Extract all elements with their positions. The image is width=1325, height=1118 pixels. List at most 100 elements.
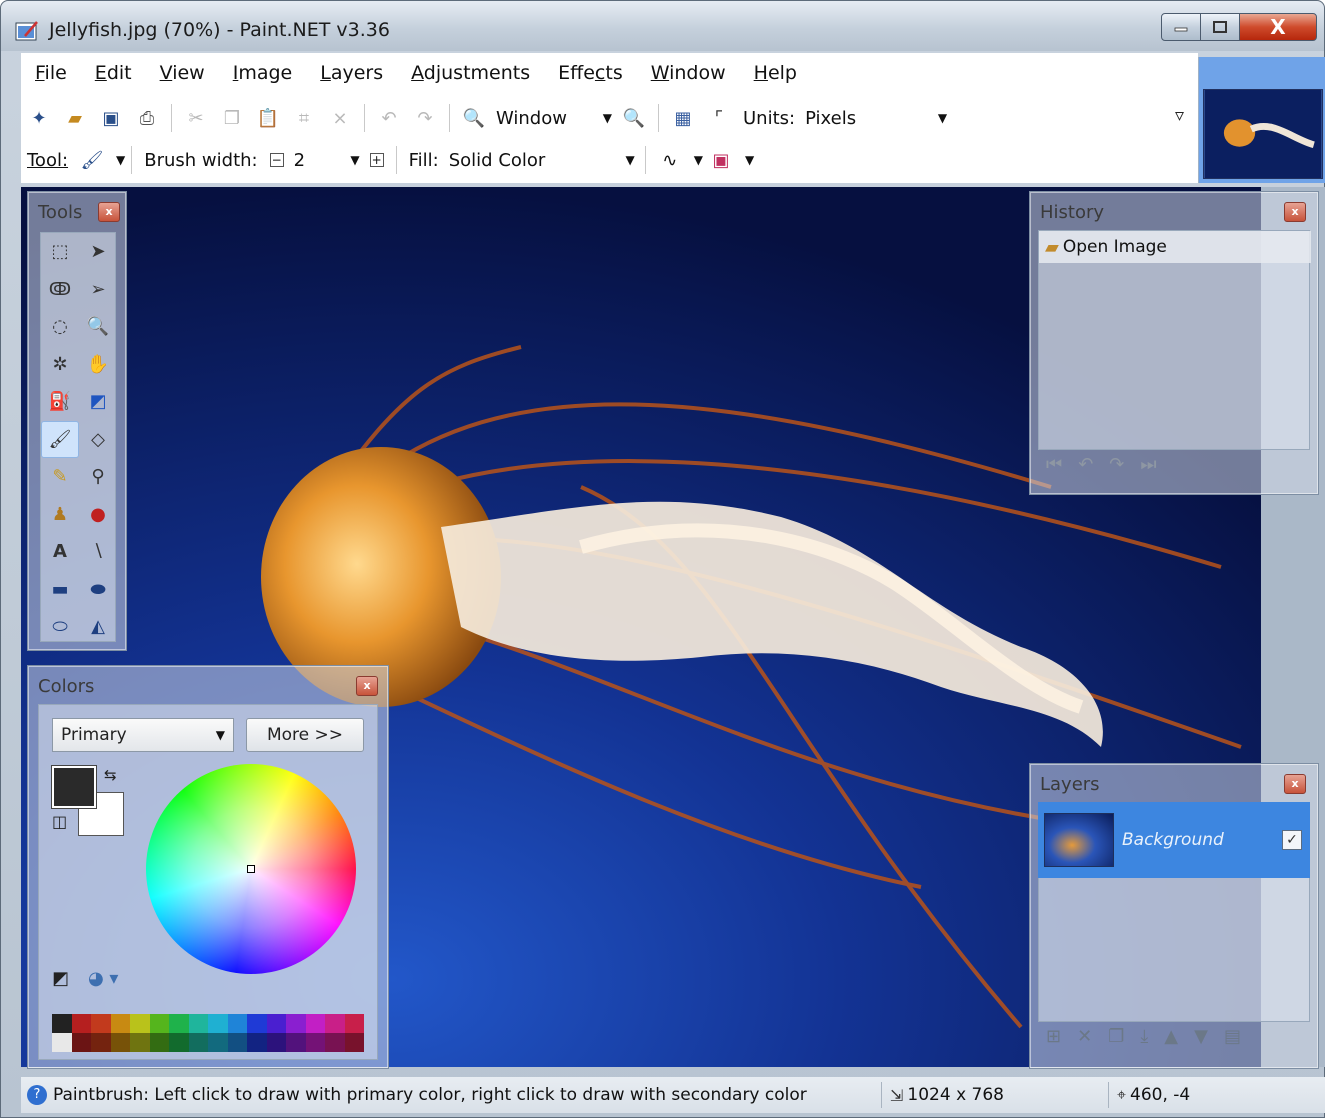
palette-swatch[interactable] — [266, 1014, 286, 1033]
palette-swatch[interactable] — [208, 1033, 228, 1052]
merge-layer-down-icon[interactable]: ⤓ — [1140, 1026, 1148, 1047]
zoom-combo[interactable]: Window ▼ — [496, 108, 612, 129]
duplicate-layer-icon[interactable]: ❐ — [1108, 1026, 1124, 1047]
ellipse-icon[interactable]: ⬭ — [41, 608, 79, 646]
palette-swatch[interactable] — [169, 1014, 189, 1033]
lasso-select-icon[interactable]: ↂ — [41, 271, 79, 309]
palette-swatch[interactable] — [110, 1033, 130, 1052]
palette-swatch[interactable] — [344, 1033, 364, 1052]
palette-swatch[interactable] — [52, 1014, 72, 1033]
reset-colors-icon[interactable]: ◫ — [52, 812, 67, 831]
palette-swatch[interactable] — [325, 1033, 345, 1052]
increase-width-button[interactable]: + — [369, 153, 384, 167]
color-wheel-marker[interactable] — [247, 865, 255, 873]
paint-bucket-icon[interactable]: ⛽ — [41, 383, 79, 421]
grid-icon[interactable]: ▦ — [670, 105, 696, 131]
menu-file[interactable]: File — [21, 62, 81, 84]
new-image-icon[interactable]: ✦ — [26, 105, 52, 131]
layer-properties-icon[interactable]: ▤ — [1224, 1026, 1241, 1047]
delete-layer-icon[interactable]: ✕ — [1077, 1026, 1092, 1047]
menu-help[interactable]: Help — [740, 62, 811, 84]
palette-swatch[interactable] — [188, 1033, 208, 1052]
maximize-button[interactable] — [1200, 13, 1240, 41]
palette-swatch[interactable] — [130, 1033, 150, 1052]
layer-row[interactable]: Background ✓ — [1038, 802, 1310, 878]
zoom-in-icon[interactable]: 🔍 — [621, 105, 647, 131]
text-icon[interactable]: A — [41, 533, 79, 571]
menu-effects[interactable]: Effects — [544, 62, 637, 84]
freeform-shape-icon[interactable]: ◭ — [79, 608, 117, 646]
decrease-width-button[interactable]: − — [269, 153, 284, 167]
palette-swatch[interactable] — [344, 1014, 364, 1033]
palette-swatch[interactable] — [110, 1014, 130, 1033]
palette-swatch[interactable] — [71, 1014, 91, 1033]
layer-visibility-checkbox[interactable]: ✓ — [1282, 830, 1302, 850]
undo-icon[interactable]: ↶ — [1078, 454, 1093, 475]
add-layer-icon[interactable]: ⊞ — [1046, 1026, 1061, 1047]
color-wheel[interactable] — [146, 764, 356, 974]
rectangle-select-icon[interactable]: ⬚ — [41, 233, 79, 271]
clone-stamp-icon[interactable]: ♟ — [41, 496, 79, 534]
palette-swatch[interactable] — [305, 1014, 325, 1033]
move-layer-up-icon[interactable]: ▲ — [1164, 1026, 1178, 1047]
brush-width-combo[interactable]: 2 ▼ — [294, 150, 360, 171]
menu-edit[interactable]: Edit — [81, 62, 146, 84]
palette-swatch[interactable] — [208, 1014, 228, 1033]
redo-icon[interactable]: ↷ — [1109, 454, 1124, 475]
palette-swatch[interactable] — [188, 1014, 208, 1033]
save-icon[interactable]: ▣ — [98, 105, 124, 131]
color-picker-icon[interactable]: ⚲ — [79, 458, 117, 496]
pan-hand-icon[interactable]: ✋ — [79, 346, 117, 384]
fast-forward-to-end-icon[interactable]: ⏭ — [1140, 454, 1156, 475]
recolor-icon[interactable]: ● — [79, 496, 117, 534]
minimize-button[interactable] — [1161, 13, 1201, 41]
palette-swatch[interactable] — [227, 1014, 247, 1033]
line-curve-icon[interactable]: ∖ — [79, 533, 117, 571]
palette-swatch[interactable] — [149, 1014, 169, 1033]
title-bar[interactable]: Jellyfish.jpg (70%) - Paint.NET v3.36 X — [1, 1, 1324, 51]
menu-window[interactable]: Window — [637, 62, 740, 84]
gradient-icon[interactable]: ◩ — [79, 383, 117, 421]
layers-close-button[interactable]: x — [1284, 774, 1306, 794]
ellipse-select-icon[interactable]: ◌ — [41, 308, 79, 346]
swap-colors-icon[interactable]: ⇆ — [104, 766, 117, 784]
palette-swatch[interactable] — [286, 1033, 306, 1052]
palette-swatch[interactable] — [286, 1014, 306, 1033]
colors-close-button[interactable]: x — [356, 676, 378, 696]
blend-mode-icon[interactable]: ▣ — [708, 147, 734, 173]
zoom-icon[interactable]: 🔍 — [79, 308, 117, 346]
paintbrush-tool-icon[interactable]: 🖌 — [41, 420, 79, 458]
menu-image[interactable]: Image — [219, 62, 307, 84]
copy-icon[interactable]: ❐ — [219, 105, 245, 131]
palette-swatch[interactable] — [266, 1033, 286, 1052]
chevron-down-icon[interactable]: ▼ — [116, 153, 125, 167]
palette-swatch[interactable] — [305, 1033, 325, 1052]
close-button[interactable]: X — [1239, 13, 1317, 41]
palette-swatch[interactable] — [247, 1014, 267, 1033]
image-thumbnail[interactable] — [1203, 89, 1323, 179]
rulers-icon[interactable]: ⌜ — [706, 105, 732, 131]
history-close-button[interactable]: x — [1284, 202, 1306, 222]
pencil-icon[interactable]: ✎ — [41, 458, 79, 496]
menu-view[interactable]: View — [146, 62, 219, 84]
palette-swatch[interactable] — [130, 1014, 150, 1033]
rounded-rectangle-icon[interactable]: ⬬ — [79, 571, 117, 609]
redo-icon[interactable]: ↷ — [412, 105, 438, 131]
undo-icon[interactable]: ↶ — [376, 105, 402, 131]
chevron-down-icon[interactable]: ▼ — [745, 153, 754, 167]
palette-swatch[interactable] — [325, 1014, 345, 1033]
paintbrush-icon[interactable]: 🖌 — [79, 147, 105, 173]
zoom-out-icon[interactable]: 🔍 — [461, 105, 487, 131]
pin-icon[interactable]: ▿ — [1175, 105, 1184, 126]
cut-icon[interactable]: ✂ — [183, 105, 209, 131]
open-folder-icon[interactable]: ▰ — [62, 105, 88, 131]
eraser-icon[interactable]: ◇ — [79, 421, 117, 459]
crop-to-selection-icon[interactable]: ⌗ — [291, 105, 317, 131]
palette-swatch[interactable] — [149, 1033, 169, 1052]
move-selection-icon[interactable]: ➢ — [79, 271, 117, 309]
palette-swatch[interactable] — [52, 1033, 72, 1052]
rectangle-icon[interactable]: ▬ — [41, 571, 79, 609]
palette-swatch[interactable] — [91, 1014, 111, 1033]
add-to-palette-icon[interactable]: ◩ — [52, 968, 69, 989]
paste-icon[interactable]: 📋 — [255, 105, 281, 131]
